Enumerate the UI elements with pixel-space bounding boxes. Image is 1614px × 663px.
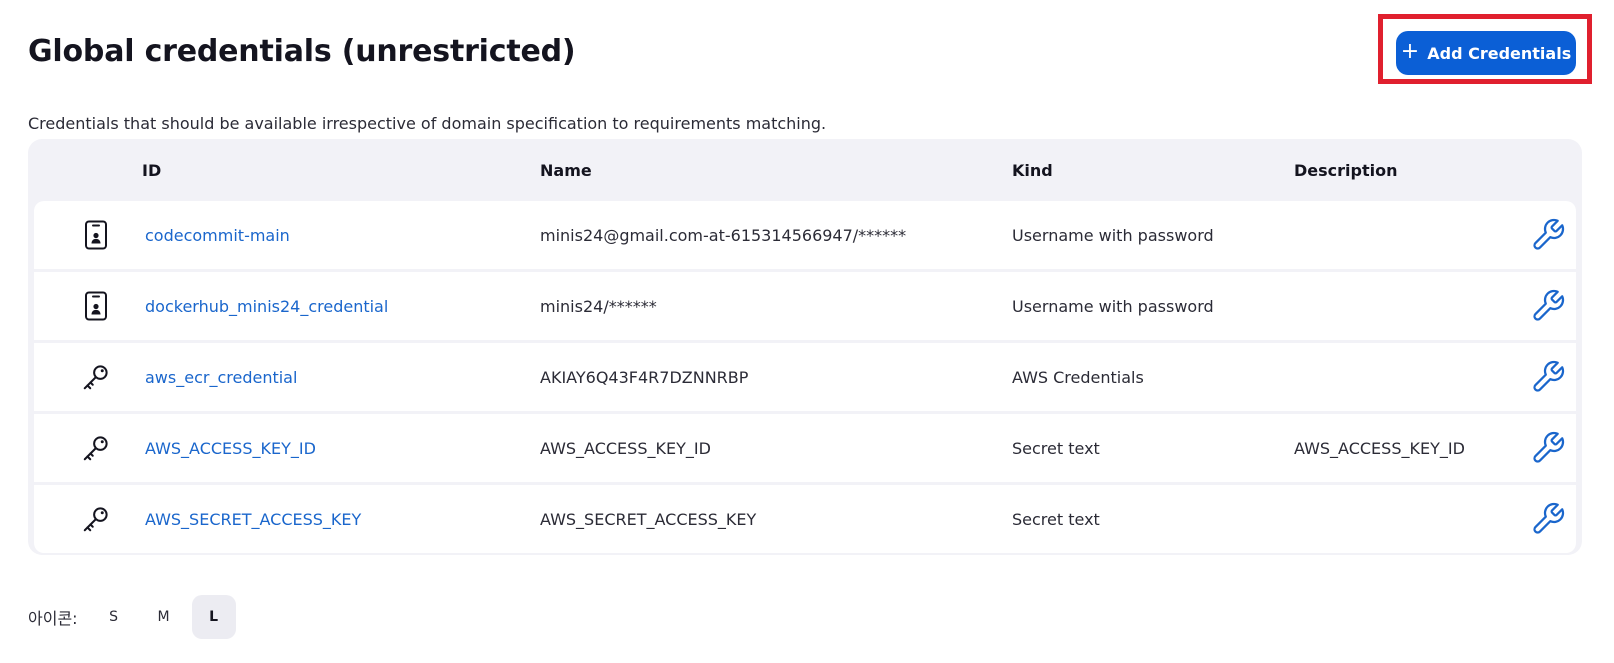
key-icon — [78, 414, 114, 482]
phone-user-icon — [78, 272, 114, 340]
credential-kind: Secret text — [1012, 438, 1100, 458]
credential-name: minis24/****** — [540, 296, 657, 316]
credential-kind: AWS Credentials — [1012, 367, 1144, 387]
add-credentials-label: Add Credentials — [1427, 43, 1572, 63]
column-header-kind[interactable]: Kind — [1012, 161, 1053, 180]
credential-id-link[interactable]: aws_ecr_credential — [145, 368, 297, 387]
column-header-id[interactable]: ID — [142, 161, 161, 180]
icon-size-label: 아이콘: — [28, 609, 78, 628]
credential-name: AWS_ACCESS_KEY_ID — [540, 438, 711, 458]
page-description: Credentials that should be available irr… — [28, 114, 827, 133]
credentials-table: ID Name Kind Description codecommit-main… — [28, 139, 1582, 555]
table-row: aws_ecr_credential AKIAY6Q43F4R7DZNNRBP … — [34, 343, 1576, 411]
credential-kind: Username with password — [1012, 296, 1214, 316]
credential-id-link[interactable]: dockerhub_minis24_credential — [145, 297, 388, 316]
column-header-description[interactable]: Description — [1294, 161, 1397, 180]
wrench-icon[interactable] — [1528, 414, 1568, 482]
table-row: dockerhub_minis24_credential minis24/***… — [34, 272, 1576, 340]
key-icon — [78, 485, 114, 553]
icon-size-medium-button[interactable]: M — [142, 595, 186, 639]
wrench-icon[interactable] — [1528, 343, 1568, 411]
table-row: AWS_SECRET_ACCESS_KEY AWS_SECRET_ACCESS_… — [34, 485, 1576, 553]
credential-kind: Username with password — [1012, 225, 1214, 245]
credential-id-link[interactable]: AWS_SECRET_ACCESS_KEY — [145, 510, 361, 529]
credential-name: AWS_SECRET_ACCESS_KEY — [540, 509, 757, 529]
icon-size-large-button[interactable]: L — [191, 595, 236, 639]
icon-size-selector: 아이콘: S M L — [28, 595, 236, 639]
icon-size-small-button[interactable]: S — [92, 595, 136, 639]
table-body: codecommit-main minis24@gmail.com-at-615… — [34, 201, 1576, 553]
credential-description: AWS_ACCESS_KEY_ID — [1294, 438, 1465, 458]
credential-kind: Secret text — [1012, 509, 1100, 529]
table-row: codecommit-main minis24@gmail.com-at-615… — [34, 201, 1576, 269]
add-credentials-button[interactable]: + Add Credentials — [1396, 31, 1576, 75]
wrench-icon[interactable] — [1528, 485, 1568, 553]
wrench-icon[interactable] — [1528, 201, 1568, 269]
key-icon — [78, 343, 114, 411]
credential-id-link[interactable]: codecommit-main — [145, 226, 290, 245]
phone-user-icon — [78, 201, 114, 269]
column-header-name[interactable]: Name — [540, 161, 592, 180]
table-row: AWS_ACCESS_KEY_ID AWS_ACCESS_KEY_ID Secr… — [34, 414, 1576, 482]
credential-name: minis24@gmail.com-at-615314566947/****** — [540, 225, 907, 245]
credential-id-link[interactable]: AWS_ACCESS_KEY_ID — [145, 439, 316, 458]
credential-name: AKIAY6Q43F4R7DZNNRBP — [540, 367, 749, 387]
page-title: Global credentials (unrestricted) — [28, 34, 576, 69]
plus-icon: + — [1400, 39, 1420, 64]
wrench-icon[interactable] — [1528, 272, 1568, 340]
